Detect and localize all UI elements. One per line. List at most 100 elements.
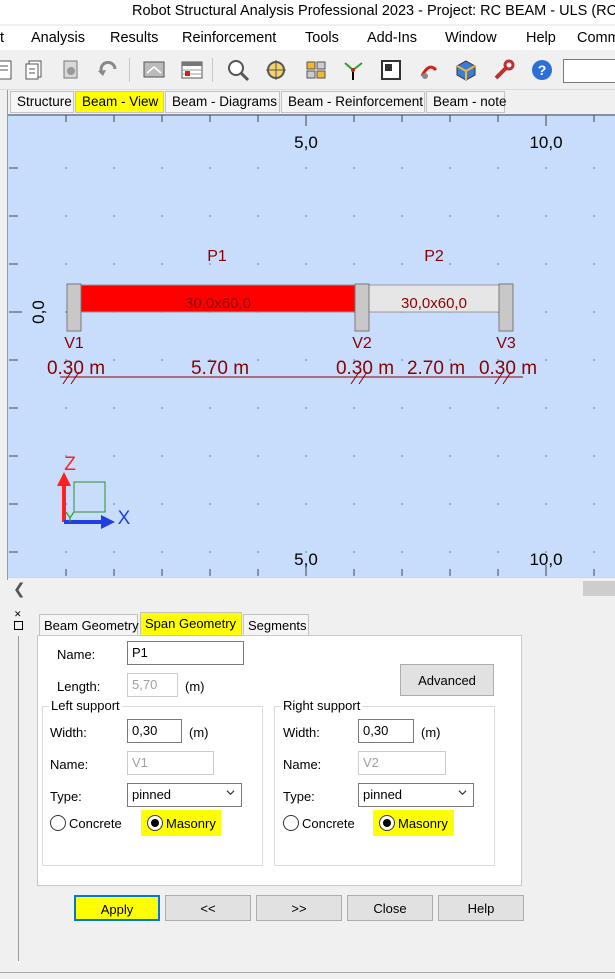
left-width-input[interactable]: 0,30 — [127, 719, 182, 743]
tab-span-geometry[interactable]: Span Geometry — [140, 612, 242, 636]
advanced-button[interactable]: Advanced — [400, 664, 494, 696]
grid-dot — [65, 407, 67, 409]
grid-dot — [593, 455, 595, 457]
right-width-input[interactable]: 0,30 — [358, 719, 414, 743]
menu-item-window[interactable]: Window — [445, 30, 497, 46]
close-icon[interactable]: ✕ — [14, 610, 22, 619]
grid-dot — [545, 407, 547, 409]
support-v1[interactable] — [66, 283, 82, 332]
right-masonry-radio[interactable] — [379, 815, 395, 831]
zoom-icon[interactable] — [224, 56, 252, 84]
right-masonry-label[interactable]: Masonry — [398, 816, 448, 831]
document-copy-icon[interactable] — [20, 56, 48, 84]
grid-dot — [257, 263, 259, 265]
menu-item-analysis[interactable]: Analysis — [31, 30, 85, 46]
main-toolbar: ? — [0, 52, 615, 90]
layout-icon[interactable] — [377, 56, 405, 84]
grid-dot — [593, 167, 595, 169]
axis-x-label: X — [118, 508, 131, 529]
axis-z-label: Z — [64, 454, 76, 475]
apply-button[interactable]: Apply — [74, 895, 160, 921]
grid-dot — [449, 407, 451, 409]
wrench-icon[interactable] — [490, 56, 518, 84]
grid-dot — [161, 167, 163, 169]
previous-button[interactable]: << — [165, 895, 251, 921]
right-type-select[interactable]: pinned — [358, 783, 474, 807]
ruler-top-label-2: 10,0 — [529, 133, 562, 152]
tab-beam-reinforcement[interactable]: Beam - Reinforcement — [281, 91, 425, 113]
grid-dot — [497, 263, 499, 265]
left-type-select[interactable]: pinned — [127, 783, 242, 807]
right-concrete-radio[interactable] — [283, 815, 299, 831]
menu-item-help[interactable]: Help — [526, 30, 556, 46]
grid-dot — [497, 455, 499, 457]
support-v3[interactable] — [498, 283, 514, 332]
menu-item-tools[interactable]: Tools — [305, 30, 339, 46]
span-name-input[interactable]: P1 — [127, 641, 244, 665]
right-type-label: Type: — [283, 789, 315, 804]
grid-dot — [401, 215, 403, 217]
grid-dot — [497, 503, 499, 505]
left-concrete-label[interactable]: Concrete — [69, 816, 122, 831]
screen-icon[interactable] — [140, 56, 168, 84]
right-name-label: Name: — [283, 757, 322, 772]
axis-y-label: Y — [65, 509, 75, 526]
menu-item-add-ins[interactable]: Add-Ins — [367, 30, 417, 46]
menu-item-community[interactable]: Comm — [577, 30, 615, 46]
restore-icon[interactable] — [14, 621, 23, 630]
name-label: Name: — [57, 647, 96, 662]
tab-beam-geometry[interactable]: Beam Geometry — [39, 614, 139, 636]
tab-beam-note[interactable]: Beam - note — [426, 91, 507, 113]
reinforcement-icon[interactable] — [415, 56, 443, 84]
grid-dot — [497, 551, 499, 553]
right-concrete-label[interactable]: Concrete — [302, 816, 355, 831]
left-name-label: Name: — [50, 757, 89, 772]
tab-beam-view[interactable]: Beam - View — [75, 91, 164, 113]
help-icon[interactable]: ? — [528, 56, 556, 84]
undo-arrow-icon[interactable] — [95, 56, 123, 84]
tab-segments[interactable]: Segments — [243, 614, 309, 636]
left-masonry-radio[interactable] — [147, 815, 163, 831]
structure-icon[interactable] — [302, 56, 330, 84]
scroll-left-icon[interactable]: ❮ — [13, 580, 26, 598]
ruler-bottom-label-1: 5,0 — [294, 550, 318, 569]
menu-item-reinforcement[interactable]: Reinforcement — [182, 30, 276, 46]
canvas-horizontal-scrollbar[interactable]: ❮ — [8, 577, 615, 599]
next-button[interactable]: >> — [256, 895, 342, 921]
support-v2[interactable] — [354, 283, 370, 332]
tab-beam-diagrams[interactable]: Beam - Diagrams — [165, 91, 280, 113]
left-concrete-radio[interactable] — [50, 815, 66, 831]
beam-view-canvas[interactable]: 5,0 10,0 5,0 10,0 0,0 30,0x60,0 30,0x60,… — [8, 114, 615, 577]
search-input[interactable] — [563, 59, 615, 83]
menu-item-edit[interactable]: t — [0, 30, 4, 46]
grid-dot — [209, 551, 211, 553]
toolbar-separator — [129, 58, 130, 82]
axes-gizmo: Z X Y — [57, 454, 131, 529]
left-support-title: Left support — [49, 698, 122, 713]
grid-dot — [305, 503, 307, 505]
grid-dot — [545, 167, 547, 169]
grid-dot — [65, 551, 67, 553]
grid-dot — [113, 263, 115, 265]
chevron-down-icon — [458, 790, 467, 796]
cube-icon[interactable] — [452, 56, 480, 84]
help-button[interactable]: Help — [438, 895, 524, 921]
tab-structure[interactable]: Structure — [10, 91, 74, 113]
grid-dot — [401, 407, 403, 409]
zoom-target-icon[interactable] — [262, 56, 290, 84]
grid-dot — [593, 263, 595, 265]
support-v1-name: V1 — [64, 335, 84, 352]
scroll-thumb[interactable] — [583, 581, 615, 596]
left-masonry-label[interactable]: Masonry — [166, 816, 216, 831]
axis-icon[interactable] — [339, 56, 367, 84]
close-button[interactable]: Close — [347, 895, 433, 921]
grid-dot — [257, 215, 259, 217]
document-gear-icon[interactable] — [57, 56, 85, 84]
span-p2-section: 30,0x60,0 — [401, 295, 467, 312]
grid-dot — [113, 215, 115, 217]
document-lines-icon[interactable] — [0, 56, 18, 84]
right-type-value: pinned — [363, 787, 403, 802]
menu-item-results[interactable]: Results — [110, 30, 158, 46]
table-icon[interactable] — [178, 56, 206, 84]
support-v2-name: V2 — [352, 335, 372, 352]
